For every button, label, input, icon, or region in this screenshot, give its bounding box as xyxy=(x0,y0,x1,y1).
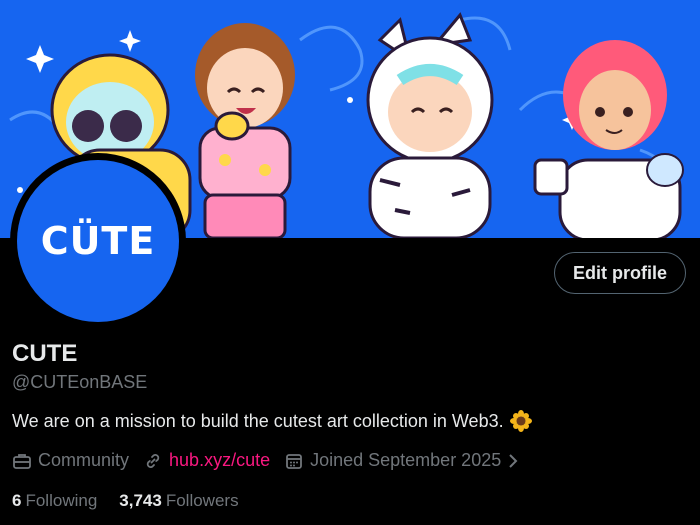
chevron-right-icon xyxy=(509,453,518,468)
avatar-image: CÜTE xyxy=(17,160,179,322)
profile-handle: @CUTEonBASE xyxy=(12,372,148,392)
following-stat[interactable]: 6 Following xyxy=(12,491,97,511)
following-label: Following xyxy=(25,491,98,510)
following-count: 6 xyxy=(12,491,22,510)
category-label: Community xyxy=(38,450,130,470)
joined-date[interactable]: Joined September 2025 xyxy=(284,450,525,471)
profile-bio: We are on a mission to build the cutest … xyxy=(12,410,532,432)
followers-count: 3,743 xyxy=(119,491,162,510)
followers-label: Followers xyxy=(165,491,239,510)
profile-meta: Community hub.xyz/cute Joined September … xyxy=(12,450,539,471)
followers-stat[interactable]: 3,743 Followers xyxy=(119,491,238,511)
joined-label: Joined September 2025 xyxy=(310,450,502,470)
profile-stats: 6 Following 3,743 Followers xyxy=(12,491,261,511)
bio-text: We are on a mission to build the cutest … xyxy=(12,410,504,431)
sunflower-icon xyxy=(509,410,532,432)
profile-category: Community xyxy=(12,450,129,471)
website-link[interactable]: hub.xyz/cute xyxy=(169,450,270,471)
calendar-icon xyxy=(286,453,302,469)
link-icon xyxy=(146,453,160,468)
briefcase-icon xyxy=(13,453,31,469)
profile-website: hub.xyz/cute xyxy=(143,450,270,471)
edit-profile-button[interactable]: Edit profile xyxy=(554,252,686,294)
avatar-logo-text: CÜTE xyxy=(40,219,156,263)
profile-name: CUTE xyxy=(12,340,78,367)
avatar[interactable]: CÜTE xyxy=(10,153,186,329)
